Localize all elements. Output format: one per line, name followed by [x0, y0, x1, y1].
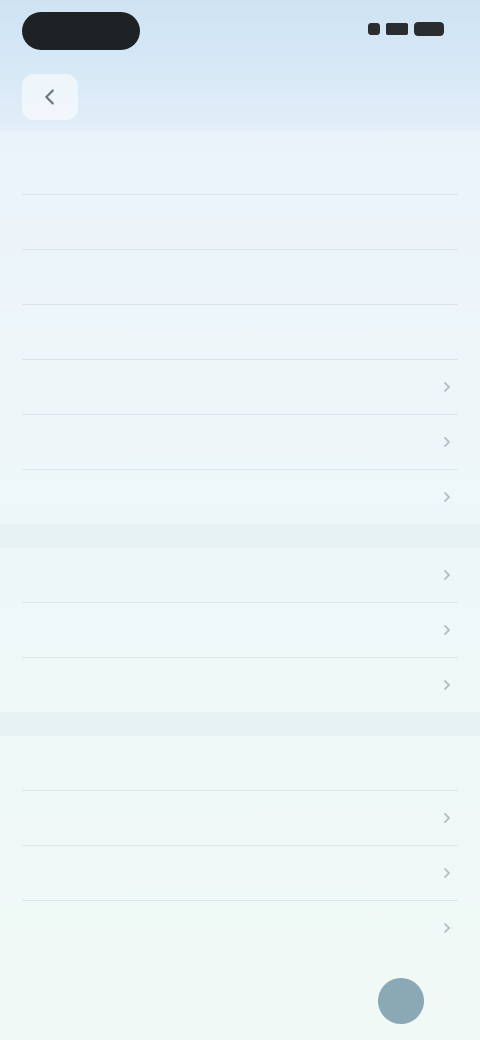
navigation-bar — [0, 64, 480, 130]
settings-list — [0, 140, 480, 955]
page-title — [160, 82, 320, 106]
settings-row[interactable] — [0, 360, 480, 414]
settings-row[interactable] — [0, 736, 480, 790]
settings-row[interactable] — [0, 250, 480, 304]
settings-row[interactable] — [0, 791, 480, 845]
chevron-right-icon — [444, 492, 451, 502]
status-bar — [0, 0, 480, 64]
settings-row[interactable] — [0, 658, 480, 712]
section-separator — [0, 712, 480, 736]
settings-row[interactable] — [0, 548, 480, 602]
footer-bar — [0, 962, 480, 1040]
wifi-icon — [368, 23, 380, 35]
chevron-right-icon — [444, 570, 451, 580]
settings-row[interactable] — [0, 195, 480, 249]
status-pill — [22, 12, 140, 50]
avatar-circle-icon[interactable] — [378, 978, 424, 1024]
chevron-right-icon — [444, 625, 451, 635]
section-separator — [0, 524, 480, 548]
settings-row[interactable] — [0, 603, 480, 657]
chevron-right-icon — [444, 437, 451, 447]
chevron-left-icon — [45, 89, 54, 105]
settings-row[interactable] — [0, 415, 480, 469]
back-button[interactable] — [22, 74, 78, 120]
chevron-right-icon — [444, 923, 451, 933]
settings-row[interactable] — [0, 901, 480, 955]
chevron-right-icon — [444, 382, 451, 392]
settings-row[interactable] — [0, 140, 480, 194]
battery-icon — [414, 22, 444, 36]
signal-icon — [386, 23, 408, 35]
settings-row[interactable] — [0, 846, 480, 900]
chevron-right-icon — [444, 813, 451, 823]
settings-row[interactable] — [0, 305, 480, 359]
settings-row[interactable] — [0, 470, 480, 524]
chevron-right-icon — [444, 868, 451, 878]
status-indicators — [368, 22, 444, 36]
settings-screen — [0, 0, 480, 1040]
chevron-right-icon — [444, 680, 451, 690]
